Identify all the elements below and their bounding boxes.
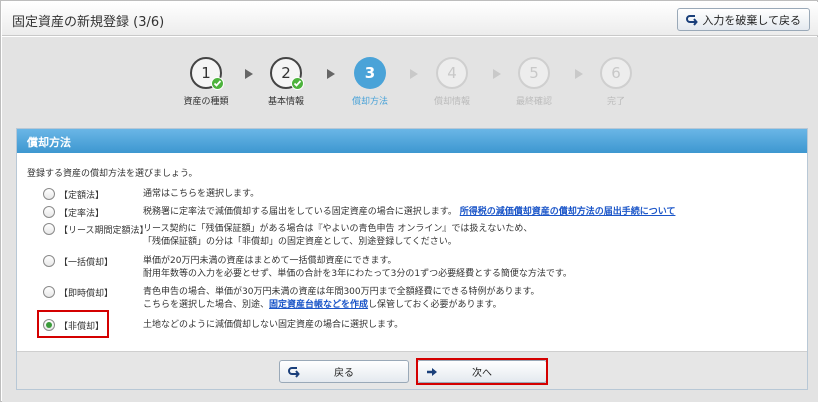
- checkmark-icon: [291, 77, 304, 90]
- option-description: リース契約に「残価保証額」がある場合は『やよいの青色申告 オンライン』では扱えな…: [143, 224, 533, 247]
- declining-balance-help-link[interactable]: 所得税の減価償却資産の償却方法の届出手続について: [460, 207, 676, 217]
- option-description: 土地などのように減価償却しない固定資産の場合に選択します。: [143, 320, 404, 330]
- panel-body: 登録する資産の償却方法を選びましょう。 【定額法】 通常はこちらを選択します。 …: [17, 153, 807, 353]
- step-arrow-icon: [575, 69, 583, 79]
- radio-lump-sum[interactable]: [43, 255, 55, 267]
- page-header: 固定資産の新規登録 (3/6) 入力を破棄して戻る: [2, 2, 818, 36]
- option-name: 【一括償却】: [59, 258, 114, 268]
- wizard-stage: 1 資産の種類 2 基本情報 3 償却方法 4 償却情報 5 最終確認 6 完了…: [2, 37, 818, 402]
- option-name: 【定額法】: [59, 191, 105, 201]
- option-name: 【定率法】: [59, 209, 105, 219]
- step-2: 2 基本情報: [256, 57, 316, 107]
- radio-immediate[interactable]: [43, 286, 55, 298]
- panel-intro-text: 登録する資産の償却方法を選びましょう。: [27, 169, 198, 179]
- step-indicator: 1 資産の種類 2 基本情報 3 償却方法 4 償却情報 5 最終確認 6 完了: [2, 37, 818, 117]
- discard-and-return-button[interactable]: 入力を破棄して戻る: [677, 8, 810, 31]
- step-2-circle: 2: [270, 57, 304, 90]
- step-2-label: 基本情報: [267, 97, 304, 107]
- option-description: 税務署に定率法で減価償却する届出をしている固定資産の場合に選択します。 所得税の…: [143, 207, 676, 217]
- window-frame: 固定資産の新規登録 (3/6) 入力を破棄して戻る 1 資産の種類 2 基本情報: [0, 0, 818, 402]
- radio-lease-period[interactable]: [43, 223, 55, 235]
- step-1-label: 資産の種類: [183, 97, 229, 107]
- radio-declining-balance[interactable]: [43, 206, 55, 218]
- step-4-circle: 4: [436, 57, 468, 89]
- panel-title: 償却方法: [17, 129, 807, 153]
- step-4: 4 償却情報: [422, 57, 482, 107]
- page-title: 固定資産の新規登録 (3/6): [12, 15, 165, 30]
- back-button[interactable]: 戻る: [279, 360, 409, 383]
- step-5-label: 最終確認: [515, 97, 552, 107]
- step-6-label: 完了: [606, 97, 625, 107]
- discard-button-label: 入力を破棄して戻る: [702, 13, 801, 27]
- return-arrow-icon: [686, 14, 699, 26]
- selected-option-highlight: [37, 310, 109, 338]
- panel-footer: 戻る 次へ: [17, 351, 807, 389]
- step-4-label: 償却情報: [433, 97, 470, 107]
- step-3-label: 償却方法: [351, 97, 388, 107]
- step-arrow-icon: [410, 69, 418, 79]
- step-arrow-icon: [493, 69, 501, 79]
- step-6-circle: 6: [600, 57, 632, 89]
- checkmark-icon: [211, 77, 224, 90]
- step-arrow-icon: [327, 69, 335, 79]
- step-5: 5 最終確認: [504, 57, 564, 107]
- option-name: 【即時償却】: [59, 289, 114, 299]
- asset-ledger-link[interactable]: 固定資産台帳などを作成: [269, 300, 368, 310]
- step-5-circle: 5: [518, 57, 550, 89]
- option-description: 通常はこちらを選択します。: [143, 189, 260, 199]
- step-3-circle: 3: [354, 57, 386, 89]
- depreciation-method-panel: 償却方法 登録する資産の償却方法を選びましょう。 【定額法】 通常はこちらを選択…: [16, 128, 808, 390]
- return-arrow-icon: [288, 367, 300, 378]
- option-description: 単価が20万円未満の資産はまとめて一括償却資産にできます。 耐用年数等の入力を必要…: [143, 256, 572, 279]
- step-1-circle: 1: [190, 57, 224, 90]
- option-name: 【リース期間定額法】: [59, 226, 149, 236]
- option-description: 青色申告の場合、単価が30万円未満の資産は年間300万円まで全額経費にできる特例…: [143, 287, 540, 310]
- next-button-highlight: [416, 358, 548, 385]
- step-3: 3 償却方法: [340, 57, 400, 107]
- step-1: 1 資産の種類: [176, 57, 236, 107]
- step-arrow-icon: [245, 69, 253, 79]
- step-6: 6 完了: [586, 57, 646, 107]
- radio-straight-line[interactable]: [43, 188, 55, 200]
